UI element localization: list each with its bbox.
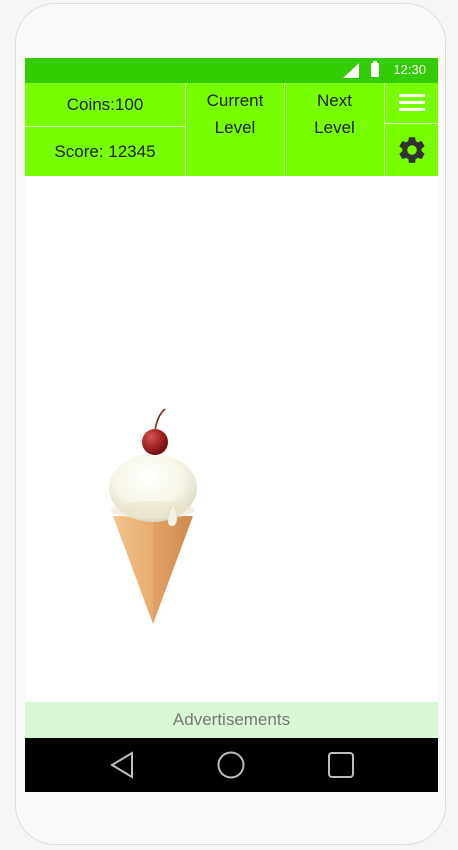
next-level-indicator: Next Level	[285, 83, 385, 176]
ad-label: Advertisements	[172, 710, 291, 729]
status-time: 12:30	[393, 62, 426, 77]
menu-button[interactable]	[385, 83, 438, 124]
game-play-area[interactable]	[25, 176, 438, 702]
next-level-label: Next Level	[314, 91, 355, 137]
ice-cream-sprite[interactable]	[105, 406, 205, 636]
home-circle-icon[interactable]	[216, 750, 246, 780]
cherry-stem	[154, 408, 166, 432]
score-display: Score: 12345	[25, 127, 186, 176]
game-hud: Coins:100 Score: 12345 Current Level Nex…	[25, 83, 438, 176]
android-nav-bar	[25, 738, 438, 792]
signal-icon	[343, 63, 359, 78]
recent-square-icon[interactable]	[326, 750, 356, 780]
hamburger-menu-icon	[398, 94, 425, 112]
battery-icon	[371, 61, 379, 77]
settings-button[interactable]	[385, 124, 438, 176]
ad-banner[interactable]: Advertisements	[25, 702, 438, 738]
back-triangle-icon[interactable]	[108, 750, 138, 780]
current-level-indicator: Current Level	[186, 83, 285, 176]
coins-counter: Coins:100	[25, 83, 186, 127]
current-level-label: Current Level	[206, 91, 264, 137]
gear-icon	[398, 137, 424, 163]
cherry	[142, 429, 168, 455]
device-screen: 12:30 Coins:100 Score: 12345 Current Lev…	[25, 58, 438, 792]
status-bar: 12:30	[25, 58, 438, 83]
